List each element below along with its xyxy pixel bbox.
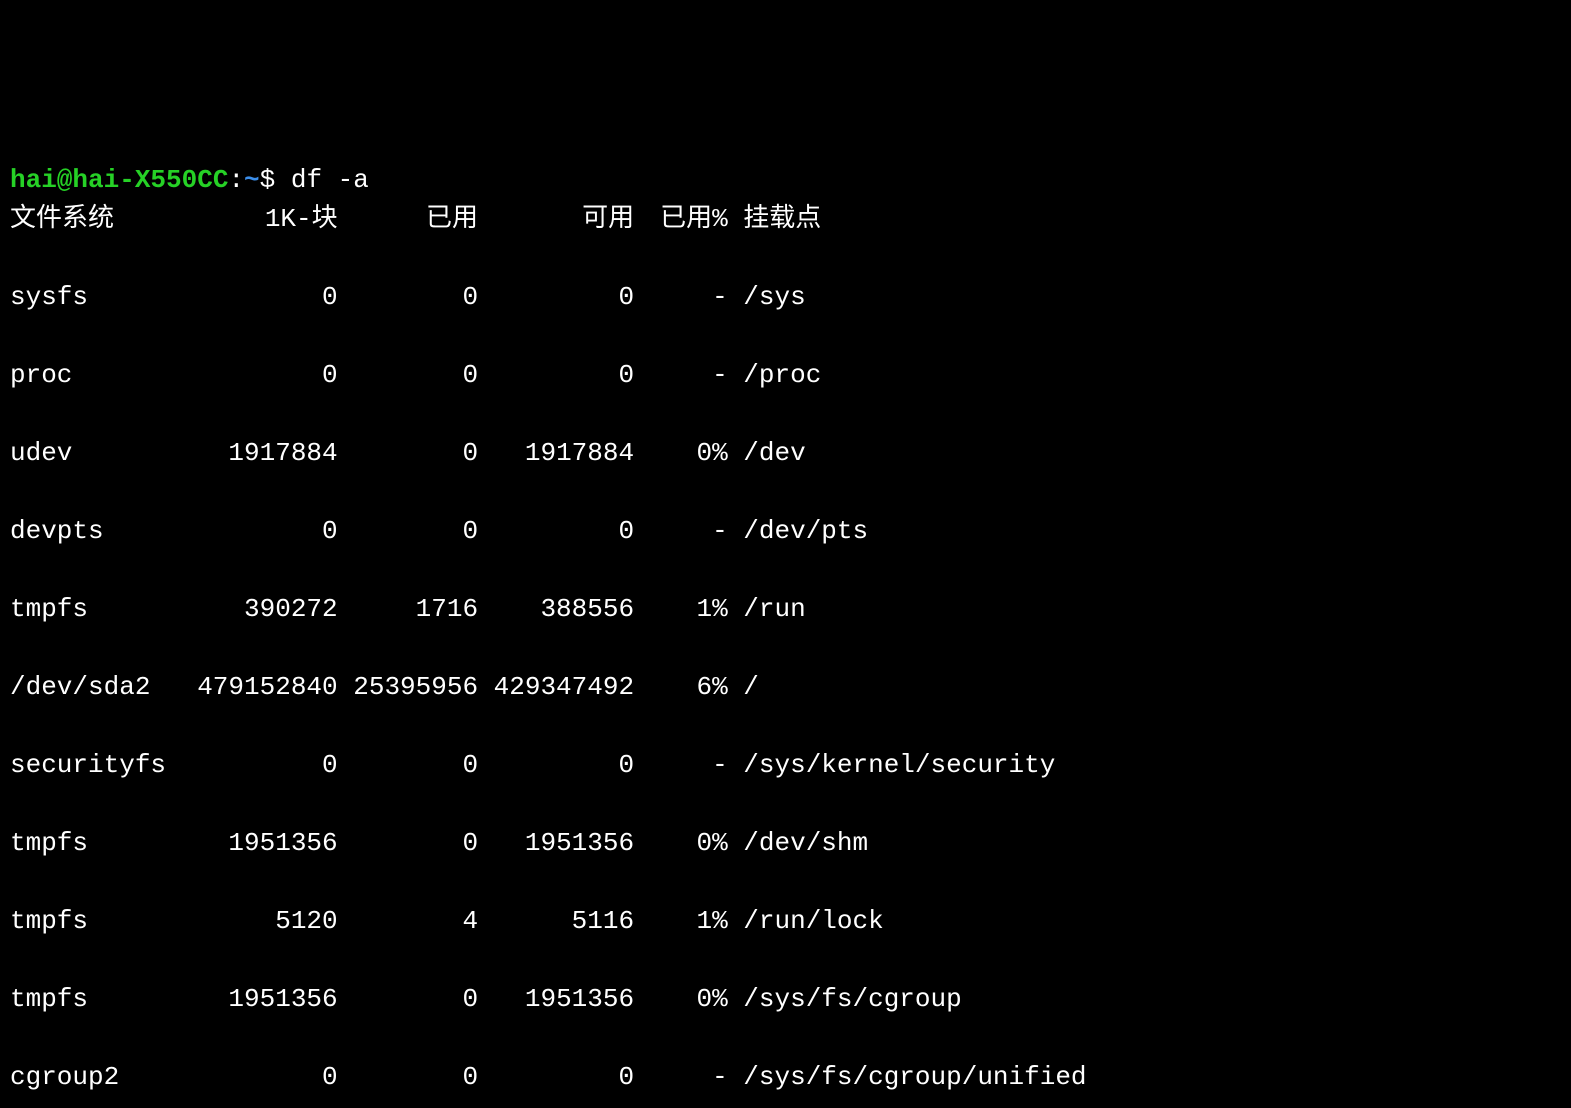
cell-used: 1716 [338,590,478,629]
table-row: tmpfs1951356019513560%/sys/fs/cgroup [10,980,1561,1019]
cell-available: 0 [478,746,634,785]
cell-used: 4 [338,902,478,941]
cell-used: 0 [338,512,478,551]
cell-used: 0 [338,434,478,473]
header-filesystem: 文件系统 [10,200,182,239]
table-row: sysfs000-/sys [10,278,1561,317]
cell-blocks: 0 [182,278,338,317]
cell-mounted-on: / [728,668,759,707]
cell-available: 388556 [478,590,634,629]
cell-filesystem: cgroup2 [10,1058,182,1097]
cell-available: 0 [478,356,634,395]
cell-mounted-on: /dev/shm [728,824,868,863]
cell-mounted-on: /sys/kernel/security [728,746,1056,785]
table-row: cgroup2000-/sys/fs/cgroup/unified [10,1058,1561,1097]
cell-available: 429347492 [478,668,634,707]
header-use-pct: 已用% [634,200,728,239]
cell-blocks: 0 [182,356,338,395]
table-header-row: 文件系统1K-块已用可用已用%挂载点 [10,200,1561,239]
table-row: udev1917884019178840%/dev [10,434,1561,473]
cell-available: 1951356 [478,824,634,863]
cell-blocks: 5120 [182,902,338,941]
table-row: devpts000-/dev/pts [10,512,1561,551]
cell-use-pct: - [634,1058,728,1097]
table-row: tmpfs1951356019513560%/dev/shm [10,824,1561,863]
cell-used: 0 [338,1058,478,1097]
cell-use-pct: - [634,278,728,317]
cell-use-pct: - [634,512,728,551]
prompt-colon: : [228,165,244,195]
cell-filesystem: devpts [10,512,182,551]
cell-available: 5116 [478,902,634,941]
cell-used: 25395956 [338,668,478,707]
cell-use-pct: 0% [634,824,728,863]
cell-filesystem: tmpfs [10,824,182,863]
cell-use-pct: 0% [634,434,728,473]
cell-available: 1917884 [478,434,634,473]
cell-filesystem: proc [10,356,182,395]
prompt-path: ~ [244,165,260,195]
table-row: tmpfs39027217163885561%/run [10,590,1561,629]
cell-available: 0 [478,278,634,317]
cell-use-pct: 1% [634,902,728,941]
cell-blocks: 479152840 [182,668,338,707]
cell-filesystem: tmpfs [10,902,182,941]
table-row: /dev/sda2479152840253959564293474926%/ [10,668,1561,707]
cell-filesystem: tmpfs [10,590,182,629]
cell-mounted-on: /run [728,590,806,629]
terminal-output[interactable]: hai@hai-X550CC:~$ df -a 文件系统1K-块已用可用已用%挂… [10,161,1561,1108]
cell-filesystem: sysfs [10,278,182,317]
cell-blocks: 1951356 [182,824,338,863]
header-used: 已用 [338,200,478,239]
cell-available: 0 [478,1058,634,1097]
header-mounted-on: 挂载点 [728,200,822,239]
cell-filesystem: udev [10,434,182,473]
cell-used: 0 [338,746,478,785]
cell-blocks: 0 [182,512,338,551]
cell-use-pct: 0% [634,980,728,1019]
cell-used: 0 [338,980,478,1019]
cell-use-pct: 6% [634,668,728,707]
cell-blocks: 390272 [182,590,338,629]
cell-available: 0 [478,512,634,551]
cell-blocks: 0 [182,1058,338,1097]
prompt-user-host: hai@hai-X550CC [10,165,228,195]
cell-mounted-on: /sys/fs/cgroup [728,980,962,1019]
cell-used: 0 [338,824,478,863]
cell-mounted-on: /sys [728,278,806,317]
cell-blocks: 1917884 [182,434,338,473]
cell-mounted-on: /sys/fs/cgroup/unified [728,1058,1087,1097]
cell-blocks: 0 [182,746,338,785]
cell-used: 0 [338,356,478,395]
cell-mounted-on: /dev [728,434,806,473]
table-row: proc000-/proc [10,356,1561,395]
cell-used: 0 [338,278,478,317]
cell-filesystem: tmpfs [10,980,182,1019]
prompt-line: hai@hai-X550CC:~$ df -a [10,165,369,195]
cell-mounted-on: /run/lock [728,902,884,941]
table-row: tmpfs5120451161%/run/lock [10,902,1561,941]
header-blocks: 1K-块 [182,200,338,239]
cell-mounted-on: /proc [728,356,822,395]
table-row: securityfs000-/sys/kernel/security [10,746,1561,785]
cell-use-pct: - [634,746,728,785]
cell-use-pct: - [634,356,728,395]
cell-blocks: 1951356 [182,980,338,1019]
cell-filesystem: /dev/sda2 [10,668,182,707]
cell-available: 1951356 [478,980,634,1019]
command-text: df -a [291,165,369,195]
prompt-dollar: $ [260,165,276,195]
cell-use-pct: 1% [634,590,728,629]
cell-filesystem: securityfs [10,746,182,785]
cell-mounted-on: /dev/pts [728,512,868,551]
header-available: 可用 [478,200,634,239]
